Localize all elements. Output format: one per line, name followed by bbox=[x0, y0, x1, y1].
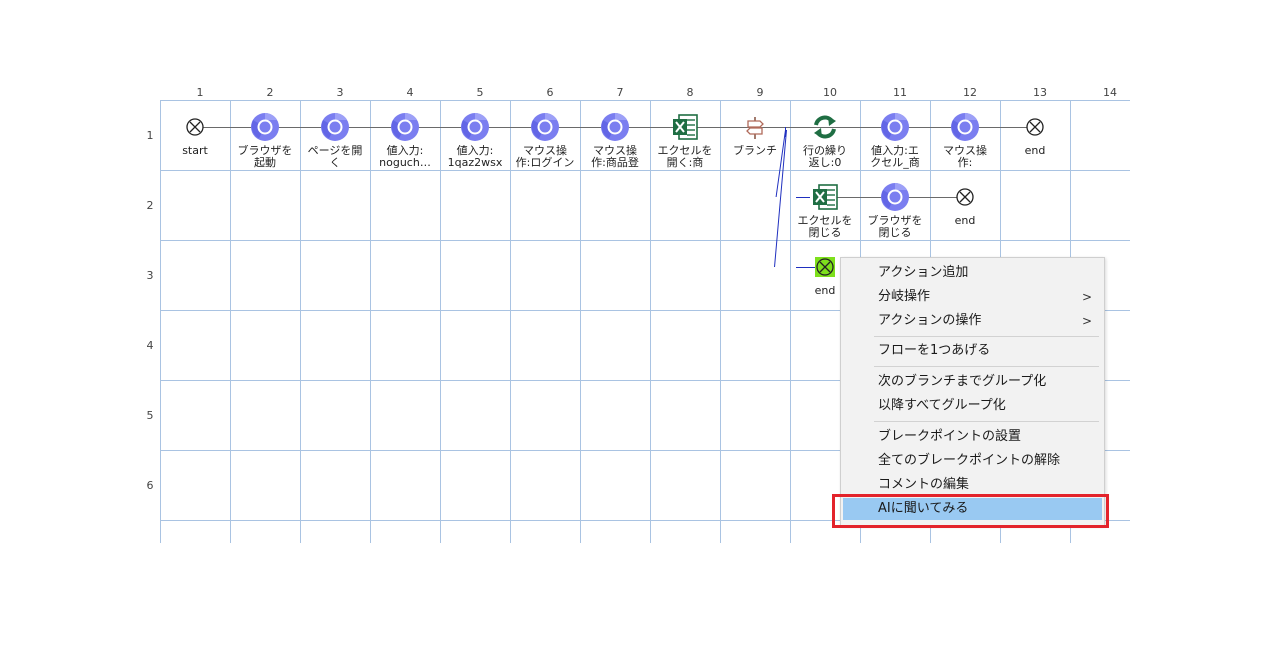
flow-node-r2c12[interactable]: end bbox=[930, 182, 1000, 227]
grid-row-line bbox=[160, 100, 1130, 101]
flow-node-label: エクセルを 閉じる bbox=[797, 215, 853, 239]
end-circle-icon bbox=[1000, 112, 1070, 146]
column-number: 4 bbox=[406, 86, 414, 99]
column-number: 5 bbox=[476, 86, 484, 99]
menu-separator bbox=[874, 336, 1099, 337]
flow-node-r1c8[interactable]: エクセルを 開く:商 bbox=[650, 112, 720, 169]
row-number: 3 bbox=[146, 269, 154, 282]
flow-node-r1c7[interactable]: マウス操 作:商品登 bbox=[580, 112, 650, 169]
branch-icon bbox=[720, 112, 790, 146]
flow-node-r1c13[interactable]: end bbox=[1000, 112, 1070, 157]
column-number: 14 bbox=[1103, 86, 1117, 99]
flow-node-r1c5[interactable]: 値入力: 1qaz2wsx bbox=[440, 112, 510, 169]
grid-row-line bbox=[160, 240, 1130, 241]
column-number: 2 bbox=[266, 86, 274, 99]
menu-item-label: 分岐操作 bbox=[878, 289, 931, 304]
menu-item-label: コメントの編集 bbox=[878, 477, 970, 492]
flow-node-label: マウス操 作: bbox=[943, 145, 987, 169]
flow-node-r1c4[interactable]: 値入力: noguch… bbox=[370, 112, 440, 169]
menu-item-raise-flow[interactable]: フローを1つあげる bbox=[843, 340, 1102, 362]
menu-item-edit-comment[interactable]: コメントの編集 bbox=[843, 474, 1102, 496]
chevron-right-icon: > bbox=[1081, 290, 1092, 304]
end-circle-icon bbox=[160, 112, 230, 146]
chrome-icon bbox=[230, 112, 300, 146]
menu-item-label: 次のブランチまでグループ化 bbox=[878, 374, 1047, 389]
context-menu: アクション追加 分岐操作 > アクションの操作 > フローを1つあげる 次のブラ… bbox=[840, 257, 1105, 526]
flow-node-label: ブランチ bbox=[733, 145, 777, 157]
excel-icon bbox=[650, 112, 720, 146]
column-number: 1 bbox=[196, 86, 204, 99]
flow-node-label: start bbox=[182, 145, 208, 157]
flow-node-label: ページを開 く bbox=[307, 145, 363, 169]
flow-node-label: マウス操 作:ログイン bbox=[515, 145, 575, 169]
column-number: 13 bbox=[1033, 86, 1047, 99]
flow-node-label: 値入力: 1qaz2wsx bbox=[447, 145, 503, 169]
menu-item-label: アクション追加 bbox=[878, 265, 969, 280]
flow-node-label: 行の繰り 返し:0 bbox=[803, 145, 847, 169]
menu-item-action-ops[interactable]: アクションの操作 > bbox=[843, 310, 1102, 332]
flow-node-label: 値入力: noguch… bbox=[379, 145, 431, 169]
flow-node-label: エクセルを 開く:商 bbox=[657, 145, 713, 169]
menu-item-group-all-following[interactable]: 以降すべてグループ化 bbox=[843, 395, 1102, 417]
row-number: 5 bbox=[146, 409, 154, 422]
column-number: 8 bbox=[686, 86, 694, 99]
excel-icon bbox=[790, 182, 860, 216]
flow-node-label: end bbox=[954, 215, 976, 227]
column-number: 12 bbox=[963, 86, 977, 99]
flow-node-label: ブラウザを 起動 bbox=[237, 145, 293, 169]
chrome-icon bbox=[510, 112, 580, 146]
flow-node-label: ブラウザを 閉じる bbox=[867, 215, 923, 239]
menu-item-branch-ops[interactable]: 分岐操作 > bbox=[843, 286, 1102, 308]
chrome-icon bbox=[860, 112, 930, 146]
chrome-icon bbox=[440, 112, 510, 146]
chrome-icon bbox=[580, 112, 650, 146]
flow-node-label: end bbox=[1024, 145, 1046, 157]
menu-item-label: アクションの操作 bbox=[878, 313, 982, 328]
menu-separator bbox=[874, 421, 1099, 422]
grid-column-line bbox=[720, 100, 721, 543]
flow-node-r1c2[interactable]: ブラウザを 起動 bbox=[230, 112, 300, 169]
flow-node-r1c12[interactable]: マウス操 作: bbox=[930, 112, 1000, 169]
row-number: 2 bbox=[146, 199, 154, 212]
menu-item-label: 全てのブレークポイントの解除 bbox=[878, 453, 1061, 468]
row-number: 1 bbox=[146, 129, 154, 142]
column-number: 11 bbox=[893, 86, 907, 99]
chrome-icon bbox=[930, 112, 1000, 146]
menu-item-add-action[interactable]: アクション追加 bbox=[843, 262, 1102, 284]
flow-node-r1c6[interactable]: マウス操 作:ログイン bbox=[510, 112, 580, 169]
menu-item-label: 以降すべてグループ化 bbox=[878, 398, 1006, 413]
flow-node-r2c10[interactable]: エクセルを 閉じる bbox=[790, 182, 860, 239]
row-number: 6 bbox=[146, 479, 154, 492]
flow-node-r1c11[interactable]: 値入力:エ クセル_商 bbox=[860, 112, 930, 169]
menu-item-label: フローを1つあげる bbox=[878, 343, 991, 358]
column-number: 10 bbox=[823, 86, 837, 99]
annotation-highlight-box bbox=[832, 494, 1109, 528]
chrome-icon bbox=[860, 182, 930, 216]
column-number: 9 bbox=[756, 86, 764, 99]
menu-item-group-to-next-branch[interactable]: 次のブランチまでグループ化 bbox=[843, 371, 1102, 393]
flow-node-r2c11[interactable]: ブラウザを 閉じる bbox=[860, 182, 930, 239]
column-number: 3 bbox=[336, 86, 344, 99]
end-circle-icon bbox=[930, 182, 1000, 216]
grid-row-line bbox=[160, 170, 1130, 171]
menu-item-set-breakpoint[interactable]: ブレークポイントの設置 bbox=[843, 426, 1102, 448]
loop-icon bbox=[790, 112, 860, 146]
chevron-right-icon: > bbox=[1081, 314, 1092, 328]
row-number: 4 bbox=[146, 339, 154, 352]
column-number: 7 bbox=[616, 86, 624, 99]
menu-item-label: ブレークポイントの設置 bbox=[878, 429, 1022, 444]
flow-node-r1c1[interactable]: start bbox=[160, 112, 230, 157]
chrome-icon bbox=[370, 112, 440, 146]
flow-node-r1c9[interactable]: ブランチ bbox=[720, 112, 790, 157]
flow-node-label: マウス操 作:商品登 bbox=[591, 145, 639, 169]
flow-node-label: 値入力:エ クセル_商 bbox=[870, 145, 920, 169]
flow-node-r1c10[interactable]: 行の繰り 返し:0 bbox=[790, 112, 860, 169]
flow-node-r1c3[interactable]: ページを開 く bbox=[300, 112, 370, 169]
chrome-icon bbox=[300, 112, 370, 146]
column-number: 6 bbox=[546, 86, 554, 99]
grid-column-line bbox=[160, 100, 161, 543]
menu-item-clear-breakpoints[interactable]: 全てのブレークポイントの解除 bbox=[843, 450, 1102, 472]
menu-separator bbox=[874, 366, 1099, 367]
